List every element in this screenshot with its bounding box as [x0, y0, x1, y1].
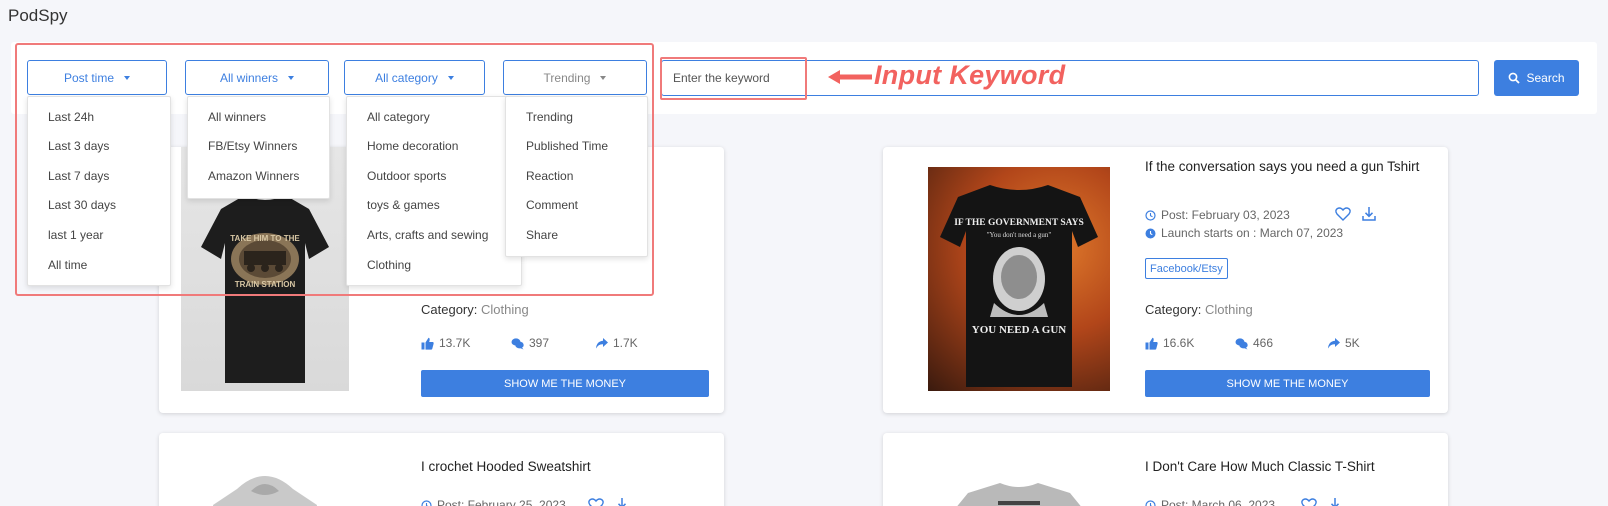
comments-icon: [1235, 337, 1248, 349]
share-icon: [596, 337, 608, 348]
annotation-label: Input Keyword: [874, 60, 1066, 90]
category-value: Clothing: [1205, 302, 1253, 317]
comments-stat: 466: [1235, 336, 1273, 350]
category-key: Category:: [1145, 302, 1202, 317]
likes-stat: 13.7K: [421, 336, 470, 350]
platform-badge: Facebook/Etsy: [1145, 258, 1228, 279]
category-value: Clothing: [481, 302, 529, 317]
post-date: Post: February 03, 2023: [1145, 208, 1290, 222]
clock-icon: [421, 499, 432, 506]
app-title: PodSpy: [8, 6, 68, 25]
shirt-print-bottom: YOU NEED A GUN: [972, 324, 1066, 336]
heart-icon[interactable]: [1335, 206, 1351, 222]
shares-stat: 1.7K: [595, 336, 638, 350]
shares-stat: 5K: [1327, 336, 1360, 350]
post-date: Post: March 06, 2023: [1145, 498, 1275, 506]
card-category: Category: Clothing: [421, 302, 529, 317]
comments-count: 466: [1253, 336, 1274, 350]
arrow-left-icon: [828, 70, 872, 84]
shirt-print-quote: "You don't need a gun": [987, 231, 1052, 239]
tshirt-image: [957, 483, 1081, 506]
search-icon: [1509, 72, 1521, 84]
comments-icon: [511, 337, 524, 349]
product-card-3: I crochet Hooded Sweatshirt Post: Februa…: [159, 433, 724, 506]
show-me-the-money-button[interactable]: SHOW ME THE MONEY: [421, 370, 709, 397]
comments-count: 397: [529, 336, 550, 350]
post-date-text: Post: February 03, 2023: [1161, 208, 1290, 222]
launch-date-text: Launch starts on : March 07, 2023: [1161, 226, 1344, 240]
launch-date: Launch starts on : March 07, 2023: [1145, 226, 1343, 240]
download-icon[interactable]: [1361, 206, 1377, 222]
filters-highlight-box: [15, 43, 654, 296]
shirt-print-top: IF THE GOVERNMENT SAYS: [954, 218, 1084, 228]
download-icon[interactable]: [1327, 497, 1343, 506]
post-date: Post: February 25, 2023: [421, 498, 566, 506]
post-date-text: Post: March 06, 2023: [1161, 498, 1276, 506]
show-me-the-money-button[interactable]: SHOW ME THE MONEY: [1145, 370, 1430, 397]
product-image: IF THE GOVERNMENT SAYS "You don't need a…: [928, 167, 1110, 391]
tshirt-image: IF THE GOVERNMENT SAYS "You don't need a…: [940, 185, 1098, 387]
thumbs-up-icon: [1145, 337, 1158, 350]
heart-icon[interactable]: [588, 497, 604, 506]
keyword-highlight-box: [660, 57, 807, 100]
card-category: Category: Clothing: [1145, 302, 1253, 317]
post-date-text: Post: February 25, 2023: [437, 498, 566, 506]
product-card-2: IF THE GOVERNMENT SAYS "You don't need a…: [883, 147, 1448, 413]
shares-count: 5K: [1345, 336, 1360, 350]
search-button-label: Search: [1526, 71, 1565, 85]
likes-count: 13.7K: [439, 336, 471, 350]
launch-icon: [1145, 228, 1156, 238]
product-image: [928, 453, 1110, 506]
product-card-4: I Don't Care How Much Classic T-Shirt Po…: [883, 433, 1448, 506]
heart-icon[interactable]: [1301, 497, 1317, 506]
download-icon[interactable]: [614, 497, 630, 506]
hoodie-image: [213, 476, 317, 506]
thumbs-up-icon: [421, 337, 434, 350]
search-button[interactable]: Search: [1494, 60, 1579, 96]
share-icon: [1328, 337, 1340, 348]
category-key: Category:: [421, 302, 478, 317]
shares-count: 1.7K: [613, 336, 638, 350]
card-title[interactable]: I Don't Care How Much Classic T-Shirt: [1145, 457, 1375, 477]
clock-icon: [1145, 209, 1156, 221]
card-title[interactable]: If the conversation says you need a gun …: [1145, 157, 1425, 177]
likes-stat: 16.6K: [1145, 336, 1194, 350]
card-title[interactable]: I crochet Hooded Sweatshirt: [421, 457, 591, 477]
comments-stat: 397: [511, 336, 549, 350]
likes-count: 16.6K: [1163, 336, 1195, 350]
product-image: [181, 453, 349, 506]
clock-icon: [1145, 499, 1156, 506]
